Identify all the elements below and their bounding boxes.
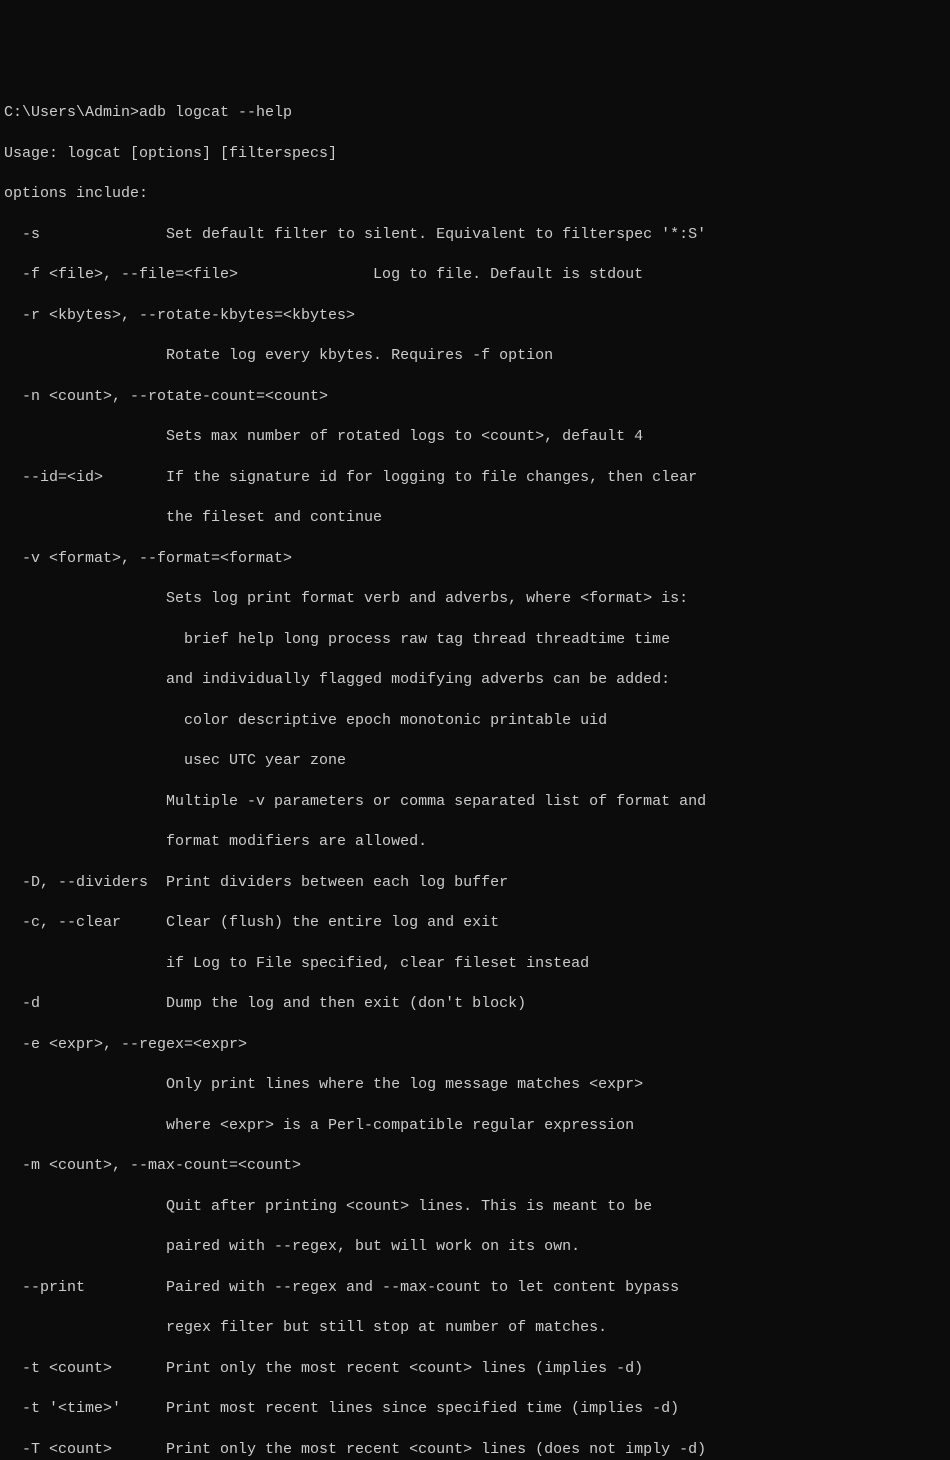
help-line: --id=<id> If the signature id for loggin… bbox=[4, 468, 946, 488]
help-line: if Log to File specified, clear fileset … bbox=[4, 954, 946, 974]
options-header: options include: bbox=[4, 184, 946, 204]
help-line: where <expr> is a Perl-compatible regula… bbox=[4, 1116, 946, 1136]
help-line: -m <count>, --max-count=<count> bbox=[4, 1156, 946, 1176]
help-line: -f <file>, --file=<file> Log to file. De… bbox=[4, 265, 946, 285]
help-line: paired with --regex, but will work on it… bbox=[4, 1237, 946, 1257]
help-line: usec UTC year zone bbox=[4, 751, 946, 771]
help-line: Only print lines where the log message m… bbox=[4, 1075, 946, 1095]
help-line: and individually flagged modifying adver… bbox=[4, 670, 946, 690]
help-line: -n <count>, --rotate-count=<count> bbox=[4, 387, 946, 407]
help-line: Quit after printing <count> lines. This … bbox=[4, 1197, 946, 1217]
help-line: format modifiers are allowed. bbox=[4, 832, 946, 852]
help-line: brief help long process raw tag thread t… bbox=[4, 630, 946, 650]
help-line: -t '<time>' Print most recent lines sinc… bbox=[4, 1399, 946, 1419]
help-line: -t <count> Print only the most recent <c… bbox=[4, 1359, 946, 1379]
command-text: adb logcat --help bbox=[139, 104, 292, 121]
help-line: -c, --clear Clear (flush) the entire log… bbox=[4, 913, 946, 933]
help-line: -e <expr>, --regex=<expr> bbox=[4, 1035, 946, 1055]
terminal-output: C:\Users\Admin>adb logcat --help Usage: … bbox=[4, 83, 946, 1460]
usage-line: Usage: logcat [options] [filterspecs] bbox=[4, 144, 946, 164]
help-line: Rotate log every kbytes. Requires -f opt… bbox=[4, 346, 946, 366]
prompt: C:\Users\Admin> bbox=[4, 104, 139, 121]
help-line: -v <format>, --format=<format> bbox=[4, 549, 946, 569]
help-line: Sets max number of rotated logs to <coun… bbox=[4, 427, 946, 447]
help-line: -T <count> Print only the most recent <c… bbox=[4, 1440, 946, 1460]
help-line: -r <kbytes>, --rotate-kbytes=<kbytes> bbox=[4, 306, 946, 326]
help-line: color descriptive epoch monotonic printa… bbox=[4, 711, 946, 731]
help-line: -D, --dividers Print dividers between ea… bbox=[4, 873, 946, 893]
help-line: -s Set default filter to silent. Equival… bbox=[4, 225, 946, 245]
help-line: regex filter but still stop at number of… bbox=[4, 1318, 946, 1338]
help-line: the fileset and continue bbox=[4, 508, 946, 528]
help-line: Multiple -v parameters or comma separate… bbox=[4, 792, 946, 812]
help-line: --print Paired with --regex and --max-co… bbox=[4, 1278, 946, 1298]
command-line: C:\Users\Admin>adb logcat --help bbox=[4, 103, 946, 123]
help-line: Sets log print format verb and adverbs, … bbox=[4, 589, 946, 609]
help-line: -d Dump the log and then exit (don't blo… bbox=[4, 994, 946, 1014]
